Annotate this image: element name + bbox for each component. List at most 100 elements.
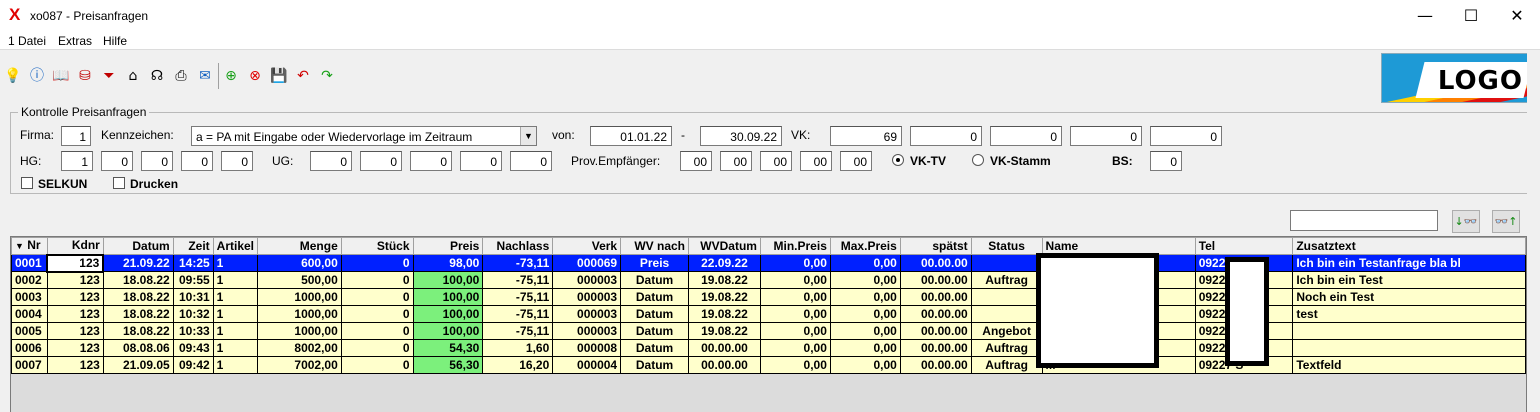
cell-preis[interactable]: 100,00 (412, 322, 484, 340)
lightbulb-icon[interactable]: 💡 (4, 67, 22, 85)
cell-artikel[interactable]: 1 (212, 271, 259, 289)
cell-min-preis[interactable]: 0,00 (759, 322, 831, 340)
cell-datum[interactable]: 08.08.06 (102, 339, 174, 357)
cell-wvdatum[interactable]: 00.00.00 (688, 356, 761, 374)
cell-verk[interactable]: 000008 (552, 339, 622, 357)
table-row[interactable]: 0006 123 08.08.06 09:43 1 8002,00 0 54,30 1,60 00… (11, 339, 1526, 357)
table-row[interactable]: 0005 123 18.08.22 10:33 1 1000,00 0 100,00 -75,1… (11, 322, 1526, 340)
hg-field-2[interactable]: 0 (101, 151, 133, 171)
undo-icon[interactable]: ↶ (294, 67, 312, 85)
cell-stueck[interactable]: 0 (340, 322, 414, 340)
ug-field-1[interactable]: 0 (310, 151, 352, 171)
col-header-wvdatum[interactable]: WVDatum (688, 237, 761, 255)
cell-wv-nach[interactable]: Datum (620, 356, 690, 374)
cell-max-preis[interactable]: 0,00 (829, 254, 901, 272)
hg-field-1[interactable]: 1 (61, 151, 93, 171)
col-header-verk[interactable]: Verk (552, 237, 622, 255)
table-row[interactable]: 0007 123 21.09.05 09:42 1 7002,00 0 56,30 16,20 0… (11, 356, 1526, 374)
cell-status[interactable]: Auftrag (970, 356, 1043, 374)
cell-spaetst[interactable]: 00.00.00 (899, 254, 972, 272)
mail-icon[interactable]: ✉ (196, 67, 214, 85)
vertical-scrollbar[interactable] (1527, 52, 1540, 412)
cell-spaetst[interactable]: 00.00.00 (899, 356, 972, 374)
col-header-kdnr[interactable]: Kdnr (46, 237, 104, 255)
cell-status[interactable]: Auftrag (970, 271, 1043, 289)
chevron-down-icon[interactable]: ▼ (520, 127, 536, 145)
col-header-zeit[interactable]: Zeit (172, 237, 214, 255)
vk-stamm-radio[interactable] (972, 154, 984, 166)
cell-preis[interactable]: 54,30 (412, 339, 484, 357)
prov-field-4[interactable]: 00 (800, 151, 832, 171)
ug-field-2[interactable]: 0 (360, 151, 402, 171)
col-header-spaetst[interactable]: spätst (899, 237, 972, 255)
close-button[interactable]: ✕ (1494, 0, 1540, 32)
cell-artikel[interactable]: 1 (212, 322, 259, 340)
cell-datum[interactable]: 18.08.22 (102, 305, 174, 323)
maximize-button[interactable]: ☐ (1448, 0, 1494, 32)
col-header-nachlass[interactable]: Nachlass (482, 237, 554, 255)
cell-zusatztext[interactable] (1292, 322, 1526, 340)
col-header-menge[interactable]: Menge (257, 237, 342, 255)
selkun-checkbox[interactable] (21, 177, 33, 189)
cell-spaetst[interactable]: 00.00.00 (899, 288, 972, 306)
ug-field-5[interactable]: 0 (510, 151, 552, 171)
cell-zusatztext[interactable] (1292, 339, 1526, 357)
cell-zusatztext[interactable]: test (1292, 305, 1526, 323)
drucken-checkbox[interactable] (113, 177, 125, 189)
vk-field-4[interactable]: 0 (1070, 126, 1142, 146)
cell-wvdatum[interactable]: 22.09.22 (688, 254, 761, 272)
cell-zeit[interactable]: 10:31 (172, 288, 214, 306)
cell-verk[interactable]: 000003 (552, 288, 622, 306)
cell-verk[interactable]: 000003 (552, 271, 622, 289)
cell-wvdatum[interactable]: 19.08.22 (688, 305, 761, 323)
cell-spaetst[interactable]: 00.00.00 (899, 271, 972, 289)
home-icon[interactable]: ⌂ (124, 67, 142, 85)
prov-field-2[interactable]: 00 (720, 151, 752, 171)
col-header-wv-nach[interactable]: WV nach (620, 237, 690, 255)
cell-stueck[interactable]: 0 (340, 305, 414, 323)
cell-min-preis[interactable]: 0,00 (759, 356, 831, 374)
cell-nachlass[interactable]: -75,11 (482, 271, 554, 289)
vk-field-3[interactable]: 0 (990, 126, 1062, 146)
cell-nr[interactable]: 0003 (11, 288, 48, 306)
cell-verk[interactable]: 000003 (552, 322, 622, 340)
cell-nr[interactable]: 0005 (11, 322, 48, 340)
ug-field-3[interactable]: 0 (410, 151, 452, 171)
cell-spaetst[interactable]: 00.00.00 (899, 305, 972, 323)
cell-nr[interactable]: 0004 (11, 305, 48, 323)
col-header-tel[interactable]: Tel (1194, 237, 1294, 255)
cell-min-preis[interactable]: 0,00 (759, 271, 831, 289)
cell-verk[interactable]: 000069 (552, 254, 622, 272)
cell-zeit[interactable]: 10:32 (172, 305, 214, 323)
bis-date-field[interactable]: 30.09.22 (700, 126, 782, 146)
cell-artikel[interactable]: 1 (212, 356, 259, 374)
database-icon[interactable]: ⛁ (76, 67, 94, 85)
menu-extras[interactable]: Extras (58, 34, 92, 48)
cell-wv-nach[interactable]: Datum (620, 322, 690, 340)
cell-stueck[interactable]: 0 (340, 356, 414, 374)
cell-kdnr[interactable]: 123 (46, 356, 104, 374)
cell-max-preis[interactable]: 0,00 (829, 356, 901, 374)
prov-field-3[interactable]: 00 (760, 151, 792, 171)
hg-field-4[interactable]: 0 (181, 151, 213, 171)
filter-icon[interactable]: ⏷ (100, 67, 118, 85)
cell-kdnr[interactable]: 123 (46, 253, 105, 273)
search-down-button[interactable]: ↓👓 (1452, 210, 1480, 233)
cell-preis[interactable]: 98,00 (412, 254, 484, 272)
cell-wvdatum[interactable]: 19.08.22 (688, 288, 761, 306)
col-header-status[interactable]: Status (970, 237, 1043, 255)
table-row[interactable]: 0004 123 18.08.22 10:32 1 1000,00 0 100,00 -75,1… (11, 305, 1526, 323)
cell-min-preis[interactable]: 0,00 (759, 288, 831, 306)
cell-max-preis[interactable]: 0,00 (829, 339, 901, 357)
cell-spaetst[interactable]: 00.00.00 (899, 339, 972, 357)
save-icon[interactable]: 💾 (270, 67, 288, 85)
cell-min-preis[interactable]: 0,00 (759, 254, 831, 272)
cell-stueck[interactable]: 0 (340, 288, 414, 306)
cell-status[interactable] (970, 254, 1043, 272)
col-header-zusatztext[interactable]: Zusatztext (1292, 237, 1526, 255)
cell-zusatztext[interactable]: Ich bin ein Test (1292, 271, 1526, 289)
cell-artikel[interactable]: 1 (212, 288, 259, 306)
cell-min-preis[interactable]: 0,00 (759, 305, 831, 323)
prov-field-5[interactable]: 00 (840, 151, 872, 171)
cell-wv-nach[interactable]: Datum (620, 288, 690, 306)
